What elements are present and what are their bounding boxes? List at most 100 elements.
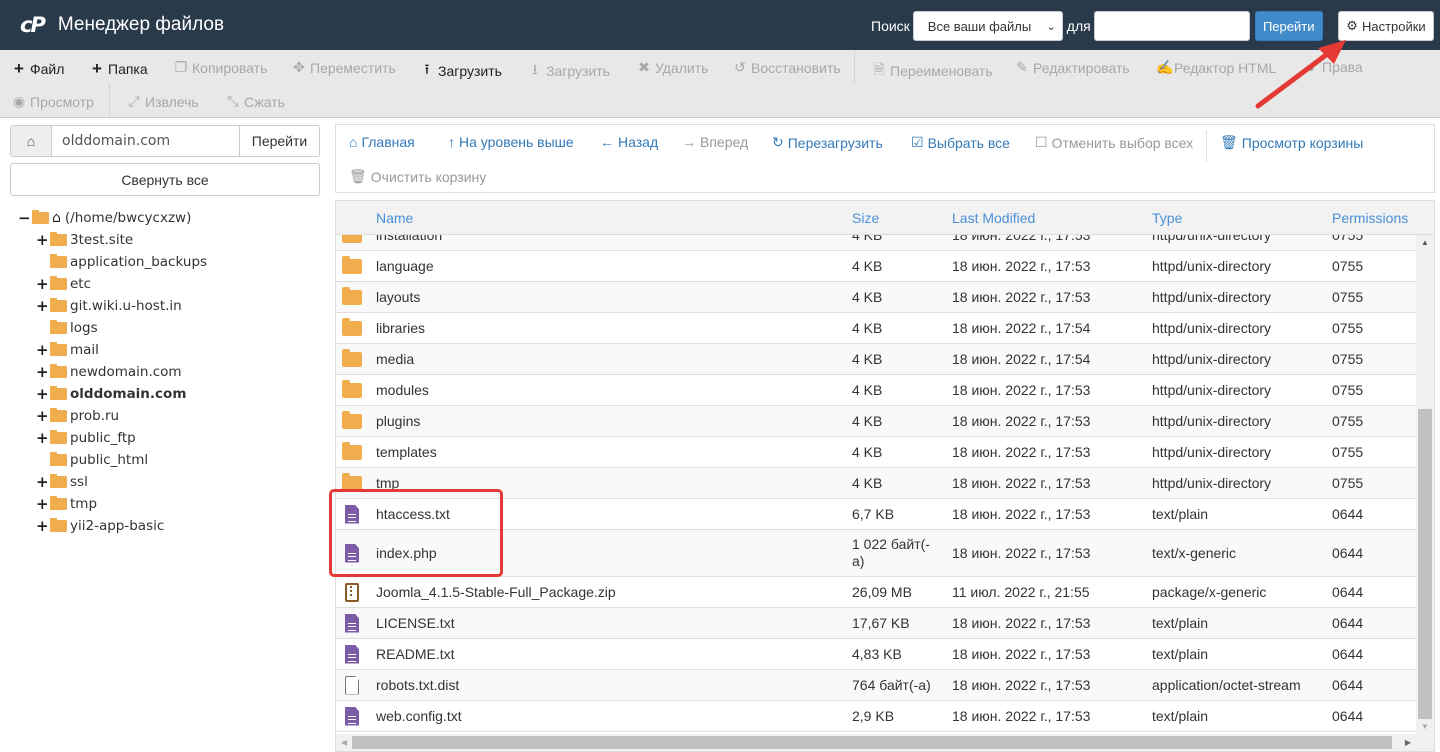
tree-item[interactable]: +3test.site bbox=[18, 229, 207, 251]
scroll-left-icon[interactable]: ◀ bbox=[336, 734, 352, 751]
table-row[interactable]: plugins 4 KB 18 июн. 2022 г., 17:53 httpd/u… bbox=[336, 406, 1418, 437]
path-go-button[interactable]: Перейти bbox=[239, 126, 319, 156]
view-button[interactable]: ◉ Просмотр bbox=[12, 93, 94, 110]
file-name[interactable]: libraries bbox=[376, 313, 425, 343]
scrollbar-thumb[interactable] bbox=[1418, 409, 1432, 719]
table-row[interactable]: web.config.txt 2,9 KB 18 июн. 2022 г., 17:… bbox=[336, 701, 1418, 732]
compress-button[interactable]: ⤡ Сжать bbox=[226, 93, 285, 110]
extract-button[interactable]: ⤢ Извлечь bbox=[127, 93, 198, 110]
expand-toggle-icon[interactable]: + bbox=[36, 385, 49, 403]
tree-item[interactable]: application_backups bbox=[18, 251, 207, 273]
file-name[interactable]: media bbox=[376, 344, 414, 374]
download-button[interactable]: ⭳ Загрузить bbox=[528, 59, 610, 83]
file-name[interactable]: index.php bbox=[376, 530, 437, 576]
table-row[interactable]: htaccess.txt 6,7 KB 18 июн. 2022 г., 17:53… bbox=[336, 499, 1418, 530]
table-row[interactable]: index.php 1 022 байт(-а) 18 июн. 2022 г., … bbox=[336, 530, 1418, 577]
expand-toggle-icon[interactable]: + bbox=[36, 429, 49, 447]
deselect-all-link[interactable]: ☐ Отменить выбор всех bbox=[1035, 134, 1193, 151]
file-name[interactable]: tmp bbox=[376, 468, 399, 498]
tree-item[interactable]: + olddomain.com bbox=[18, 383, 207, 405]
table-row[interactable]: LICENSE.txt 17,67 KB 18 июн. 2022 г., 17:5… bbox=[336, 608, 1418, 639]
scrollbar-thumb[interactable] bbox=[352, 736, 1392, 749]
file-name[interactable]: templates bbox=[376, 437, 437, 467]
tree-item[interactable]: + prob.ru bbox=[18, 405, 207, 427]
new-file-button[interactable]: + Файл bbox=[12, 59, 64, 79]
file-name[interactable]: plugins bbox=[376, 406, 420, 436]
horizontal-scrollbar[interactable]: ◀ ▶ bbox=[336, 734, 1434, 751]
search-go-button[interactable]: Перейти bbox=[1254, 11, 1323, 41]
move-button[interactable]: ✥ Переместить bbox=[292, 59, 396, 76]
tree-item[interactable]: + public_ftp bbox=[18, 427, 207, 449]
reload-link[interactable]: ↻ Перезагрузить bbox=[772, 134, 883, 151]
file-name[interactable]: installation bbox=[376, 235, 442, 250]
home-link[interactable]: ⌂ Главная bbox=[349, 134, 415, 150]
file-name[interactable]: language bbox=[376, 251, 434, 281]
column-header-type[interactable]: Type bbox=[1152, 210, 1182, 226]
back-link[interactable]: ← Назад bbox=[600, 134, 658, 150]
collapse-all-button[interactable]: Свернуть все bbox=[10, 163, 320, 196]
tree-item[interactable]: + newdomain.com bbox=[18, 361, 207, 383]
scroll-right-icon[interactable]: ▶ bbox=[1400, 734, 1416, 751]
settings-button[interactable]: ⚙ Настройки bbox=[1338, 11, 1434, 41]
tree-item[interactable]: logs bbox=[18, 317, 207, 339]
file-name[interactable]: README.txt bbox=[376, 639, 455, 669]
column-header-size[interactable]: Size bbox=[852, 210, 879, 226]
expand-toggle-icon[interactable]: + bbox=[36, 363, 49, 381]
table-row[interactable]: installation 4 KB 18 июн. 2022 г., 17:53 ht… bbox=[336, 235, 1418, 251]
collapse-toggle-icon[interactable]: − bbox=[18, 209, 31, 227]
file-name[interactable]: LICENSE.txt bbox=[376, 608, 455, 638]
file-name[interactable]: htaccess.txt bbox=[376, 499, 450, 529]
table-row[interactable]: layouts 4 KB 18 июн. 2022 г., 17:53 httpd/u… bbox=[336, 282, 1418, 313]
home-button[interactable]: ⌂ bbox=[11, 126, 52, 156]
tree-root[interactable]: − ⌂ (/home/bwcycxzw) bbox=[18, 207, 207, 229]
path-input[interactable]: olddomain.com bbox=[52, 126, 239, 156]
delete-button[interactable]: ✖ Удалить bbox=[637, 59, 708, 76]
vertical-scrollbar[interactable]: ▲ ▼ bbox=[1416, 235, 1434, 735]
table-row[interactable]: Joomla_4.1.5-Stable-Full_Package.zip 26,0… bbox=[336, 577, 1418, 608]
empty-trash-link[interactable]: 🗑 Очистить корзину bbox=[349, 168, 486, 185]
html-editor-button[interactable]: ✍ Редактор HTML bbox=[1156, 59, 1276, 76]
column-header-permissions[interactable]: Permissions bbox=[1332, 210, 1408, 226]
restore-button[interactable]: ↺ Восстановить bbox=[733, 59, 841, 76]
tree-item[interactable]: + etc bbox=[18, 273, 207, 295]
expand-toggle-icon[interactable]: + bbox=[36, 231, 49, 249]
expand-toggle-icon[interactable]: + bbox=[36, 297, 49, 315]
copy-button[interactable]: ❐ Копировать bbox=[174, 59, 268, 76]
scroll-down-icon[interactable]: ▼ bbox=[1416, 719, 1434, 735]
up-level-link[interactable]: ↑ На уровень выше bbox=[448, 134, 574, 150]
table-row[interactable]: README.txt 4,83 KB 18 июн. 2022 г., 17:53 t… bbox=[336, 639, 1418, 670]
rename-button[interactable]: 🗎 Переименовать bbox=[872, 59, 992, 83]
select-all-link[interactable]: ☑ Выбрать все bbox=[911, 134, 1010, 151]
file-name[interactable]: modules bbox=[376, 375, 429, 405]
expand-toggle-icon[interactable]: + bbox=[36, 517, 49, 535]
edit-button[interactable]: ✎ Редактировать bbox=[1015, 59, 1130, 76]
file-name[interactable]: Joomla_4.1.5-Stable-Full_Package.zip bbox=[376, 577, 616, 607]
column-header-modified[interactable]: Last Modified bbox=[952, 210, 1035, 226]
new-folder-button[interactable]: + Папка bbox=[90, 59, 148, 79]
file-name[interactable]: robots.txt.dist bbox=[376, 670, 459, 700]
search-scope-select[interactable]: Все ваши файлы ⌄ bbox=[912, 11, 1063, 41]
search-input[interactable] bbox=[1093, 11, 1250, 41]
file-name[interactable]: layouts bbox=[376, 282, 420, 312]
tree-item[interactable]: + ssl bbox=[18, 471, 207, 493]
table-row[interactable]: libraries 4 KB 18 июн. 2022 г., 17:54 httpd… bbox=[336, 313, 1418, 344]
expand-toggle-icon[interactable]: + bbox=[36, 473, 49, 491]
table-row[interactable]: modules 4 KB 18 июн. 2022 г., 17:53 httpd/u… bbox=[336, 375, 1418, 406]
tree-item[interactable]: public_html bbox=[18, 449, 207, 471]
permissions-button[interactable]: ● Права bbox=[1304, 59, 1363, 75]
tree-item[interactable]: + git.wiki.u-host.in bbox=[18, 295, 207, 317]
tree-item[interactable]: + mail bbox=[18, 339, 207, 361]
table-row[interactable]: templates 4 KB 18 июн. 2022 г., 17:53 httpd… bbox=[336, 437, 1418, 468]
forward-link[interactable]: → Вперед bbox=[682, 134, 748, 150]
expand-toggle-icon[interactable]: + bbox=[36, 407, 49, 425]
expand-toggle-icon[interactable]: + bbox=[36, 341, 49, 359]
column-header-name[interactable]: Name bbox=[376, 210, 413, 226]
upload-button[interactable]: ⭱ Загрузить bbox=[420, 59, 502, 83]
scroll-up-icon[interactable]: ▲ bbox=[1416, 235, 1434, 251]
table-row[interactable]: robots.txt.dist 764 байт(-а) 18 июн. 2022 … bbox=[336, 670, 1418, 701]
table-row[interactable]: media 4 KB 18 июн. 2022 г., 17:54 httpd/uni… bbox=[336, 344, 1418, 375]
view-trash-link[interactable]: 🗑 Просмотр корзины bbox=[1220, 134, 1363, 151]
file-name[interactable]: web.config.txt bbox=[376, 701, 462, 731]
tree-item[interactable]: + tmp bbox=[18, 493, 207, 515]
table-row[interactable]: tmp 4 KB 18 июн. 2022 г., 17:53 httpd/unix-… bbox=[336, 468, 1418, 499]
